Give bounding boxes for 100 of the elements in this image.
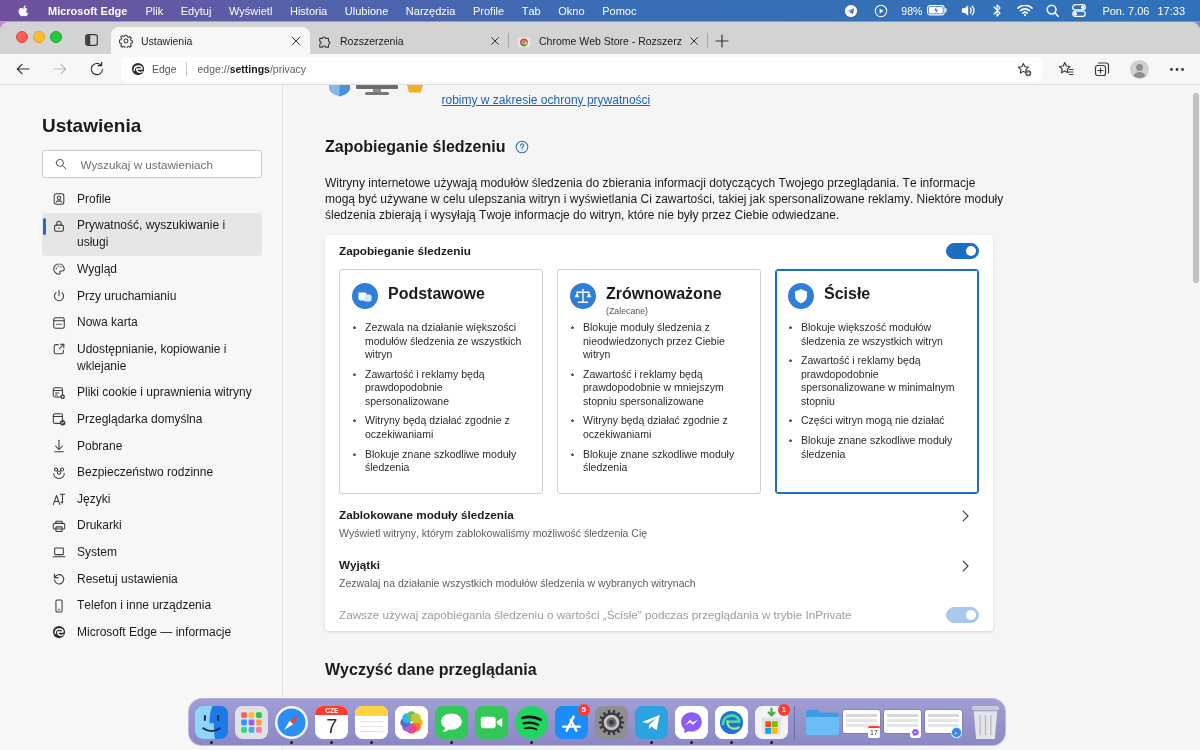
sidebar-item[interactable]: Pliki cookie i uprawnienia witryny [42,379,262,407]
sidebar-item[interactable]: Telefon i inne urządzenia [42,592,262,619]
app-menu[interactable]: Microsoft Edge [48,4,128,17]
address-field[interactable]: Edge edge://settings/privacy [120,56,1042,82]
search-field[interactable]: Wyszukaj w ustawieniach [42,150,262,178]
battery-charging-icon[interactable] [927,5,948,16]
apple-logo-icon[interactable] [18,4,29,17]
window-thumbnail[interactable] [925,710,962,733]
tracking-level-card[interactable] [775,268,979,495]
menu-item[interactable]: Ulubione [344,4,389,17]
site-label: Edge [152,63,177,75]
laptop-icon [52,545,66,560]
close-icon[interactable] [490,35,500,46]
smiling-face-icon[interactable] [195,706,229,739]
menu-item[interactable]: Historia [289,4,328,17]
colored-squares-icon[interactable] [755,706,789,739]
url-text[interactable]: edge://settings/privacy [197,63,307,75]
menu-item[interactable]: Edytuj [180,4,212,17]
download-icon [52,439,66,454]
notepad-icon[interactable] [355,706,389,739]
sidebar-item[interactable]: Drukarki [42,512,262,540]
row-title[interactable]: Zablokowane moduły śledzenia [339,507,962,524]
setting-label: Zapobieganie śledzeniu [339,244,471,258]
menu-item[interactable]: Profile [472,4,505,17]
chat-bubble-icon[interactable] [675,706,709,739]
swirl-logo-icon [131,62,145,76]
search-icon [55,158,67,170]
browser-tab[interactable]: Chrome Web Store - Rozszerz [509,27,708,54]
sidebar-item[interactable]: Przeglądarka domyślna [42,406,262,433]
gear-icon [119,33,133,48]
menu-item[interactable]: Okno [558,4,585,17]
collections-icon[interactable] [1093,61,1110,77]
compass-icon[interactable] [275,706,309,739]
sidebar-item[interactable]: Języki [42,485,262,513]
favorites-icon[interactable] [1057,61,1074,77]
sidebar-item[interactable]: Przy uruchamianiu [42,282,262,310]
app-grid-icon[interactable] [235,706,269,739]
sidebar-item[interactable]: Pobrane [42,432,262,460]
sidebar-item[interactable]: Wygląd [42,256,262,283]
paper-plane-icon[interactable] [635,706,669,739]
sidebar-item[interactable]: Resetuj ustawienia [42,565,262,593]
menu-item[interactable]: Plik [145,4,164,17]
sidebar-item[interactable]: Microsoft Edge — informacje [42,618,262,646]
sidebar-item[interactable]: System [42,539,262,566]
letter-a-icon[interactable] [555,706,589,739]
menu-item[interactable]: Tab [521,4,541,17]
chevron-right-icon[interactable] [962,509,969,522]
window-thumbnail[interactable] [843,710,880,733]
arrow-left-icon[interactable] [15,61,31,77]
paper-plane-icon[interactable] [844,3,859,18]
sound-waves-icon[interactable] [515,706,549,739]
menu-bar-time[interactable]: 17:33 [1157,4,1185,17]
close-window-button[interactable] [16,31,28,43]
section-description: Witryny internetowe używają modułów śledzenia do zbierania informacji dotyczących Twojego przeglądania. Te informacje mogą być używane w celu ulepszania witryn i wyświetlania Ci zawartości, takiej jak spersonalizowane reklamy. Niektóre moduły śledzenia zbierają i wysyłają Twoje informacje do witryn, które nie były przez Ciebie odwiedzane. [325,175,1005,224]
bluetooth-icon[interactable] [993,4,1002,17]
scrollbar-thumb[interactable] [1193,93,1199,283]
swirl-logo-icon[interactable] [715,706,749,739]
sidebar-item[interactable]: Profile [42,186,262,213]
gear-icon[interactable] [595,706,629,739]
profile-icon [52,192,66,207]
sidebar-item[interactable]: Bezpieczeństwo rodzinne [42,459,262,486]
toggle-switch[interactable] [946,242,979,259]
plus-icon[interactable] [715,33,729,48]
menu-bar-date[interactable]: Pon. 7.06 [1102,4,1150,17]
sidebar-item[interactable]: Nowa karta [42,309,262,336]
menu-item[interactable]: Wyświetl [228,4,273,17]
chevron-right-icon[interactable] [962,559,969,572]
play-icon[interactable] [874,3,889,18]
close-icon[interactable] [689,35,699,46]
video-camera-icon[interactable] [475,706,509,739]
menu-item[interactable]: Pomoc [602,4,637,17]
overlapping-shapes-icon [352,282,378,309]
browser-tab[interactable]: Ustawienia [111,27,310,54]
more-icon[interactable] [1170,67,1184,71]
search-icon[interactable] [1046,4,1060,17]
flower-icon[interactable] [395,706,429,739]
volume-icon[interactable] [961,3,977,18]
window-thumbnail[interactable] [884,710,921,733]
printer-icon [52,518,66,533]
reload-icon[interactable] [88,61,105,77]
chat-bubble-icon [910,727,921,738]
level-subtitle: (Zalecane) [606,305,650,316]
toggle-switches-icon[interactable] [1072,4,1087,17]
close-icon[interactable] [291,35,301,46]
wifi-icon[interactable] [1017,4,1034,17]
add-favorite-icon[interactable] [1017,61,1032,77]
sidebar-item[interactable]: Prywatność, wyszukiwanie i usługi [42,212,262,257]
browser-tab[interactable]: Rozszerzenia [310,27,509,54]
sidebar-panel-icon[interactable] [85,34,98,46]
menu-item[interactable]: Narzędzia [405,4,456,17]
level-title: Zrównoważone [606,283,722,304]
calendar-day: 7 [326,715,338,738]
privacy-link[interactable]: robimy w zakresie ochrony prywatności [441,92,651,108]
row-title[interactable]: Wyjątki [339,557,962,574]
setting-label: Zawsze używaj zapobiegania śledzeniu o wartości „Ścisłe” podczas przeglądania w trybie InPrivate [339,607,853,624]
avatar-icon[interactable] [1130,59,1149,79]
speech-bubble-icon[interactable] [435,706,469,739]
balance-scale-icon [570,282,596,309]
sidebar-item[interactable]: Udostępnianie, kopiowanie i wklejanie [42,335,262,380]
help-icon[interactable] [515,140,530,154]
